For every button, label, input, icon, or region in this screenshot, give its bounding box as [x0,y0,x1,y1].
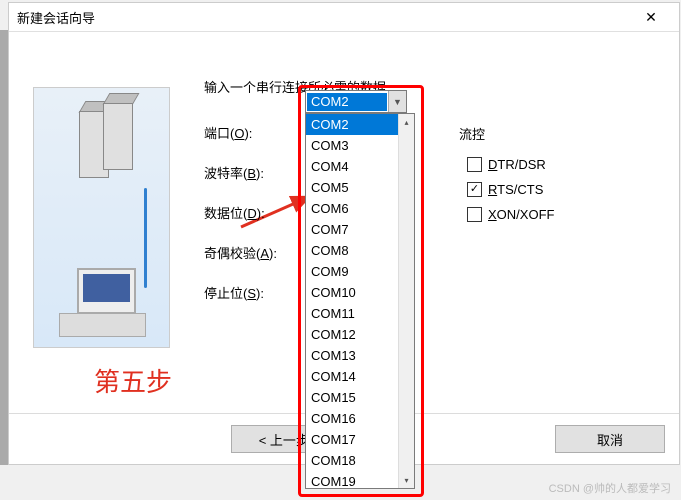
dtr-dsr-row[interactable]: DTR/DSR [467,157,619,172]
chevron-down-icon[interactable]: ▼ [388,91,406,112]
port-selected-value: COM2 [307,93,387,111]
flow-label: 流控 [459,124,619,143]
titlebar: 新建会话向导 ✕ [9,3,679,32]
dropdown-option[interactable]: COM10 [306,282,399,303]
rts-cts-row[interactable]: ✓ RTS/CTS [467,182,619,197]
dtr-label: DTR/DSR [488,157,546,172]
dropdown-scrollbar[interactable]: ▴ ▾ [398,114,414,488]
dtr-checkbox[interactable] [467,157,482,172]
rts-label: RTS/CTS [488,182,543,197]
window-title: 新建会话向导 [17,8,631,27]
dropdown-option[interactable]: COM15 [306,387,399,408]
dropdown-option[interactable]: COM6 [306,198,399,219]
xon-checkbox[interactable] [467,207,482,222]
port-dropdown-list[interactable]: COM2COM3COM4COM5COM6COM7COM8COM9COM10COM… [305,113,415,489]
wizard-graphic [33,87,170,348]
dropdown-option[interactable]: COM2 [306,114,399,135]
rts-checkbox[interactable]: ✓ [467,182,482,197]
dropdown-option[interactable]: COM18 [306,450,399,471]
dropdown-option[interactable]: COM19 [306,471,399,489]
dropdown-option[interactable]: COM14 [306,366,399,387]
dropdown-option[interactable]: COM16 [306,408,399,429]
dropdown-option[interactable]: COM11 [306,303,399,324]
dropdown-option[interactable]: COM7 [306,219,399,240]
dropdown-option[interactable]: COM13 [306,345,399,366]
cancel-button[interactable]: 取消 [555,425,665,453]
step-annotation: 第五步 [94,362,172,399]
dropdown-option[interactable]: COM8 [306,240,399,261]
scroll-down-icon[interactable]: ▾ [399,472,414,488]
dropdown-option[interactable]: COM17 [306,429,399,450]
close-button[interactable]: ✕ [631,3,671,31]
port-combobox[interactable]: COM2 ▼ [305,90,407,113]
flow-control-group: 流控 DTR/DSR ✓ RTS/CTS XON/XOFF [459,124,619,232]
dropdown-option[interactable]: COM5 [306,177,399,198]
dropdown-option[interactable]: COM4 [306,156,399,177]
xon-label: XON/XOFF [488,207,554,222]
watermark-text: CSDN @帅的人都爱学习 [549,480,671,496]
scroll-up-icon[interactable]: ▴ [399,114,414,130]
dropdown-option[interactable]: COM9 [306,261,399,282]
dropdown-option[interactable]: COM3 [306,135,399,156]
dropdown-option[interactable]: COM12 [306,324,399,345]
xon-xoff-row[interactable]: XON/XOFF [467,207,619,222]
